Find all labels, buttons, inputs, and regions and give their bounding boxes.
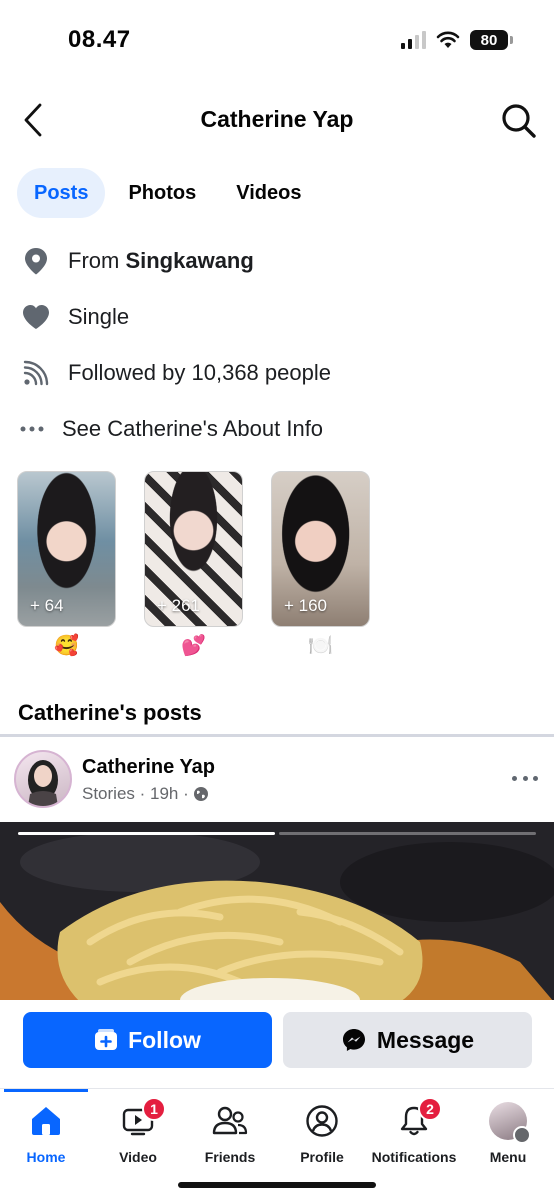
- story-progress: [18, 832, 536, 835]
- globe-icon: [193, 787, 208, 801]
- dot: [533, 775, 538, 781]
- followers-text: Followed by 10,368 people: [68, 360, 331, 385]
- followers-row: Followed by 10,368 people: [20, 353, 331, 393]
- nav-menu-label: Menu: [489, 1149, 527, 1165]
- profile-tabs: Posts Photos Videos: [17, 168, 318, 218]
- highlight-emoji: 🍽️: [308, 635, 333, 657]
- bell-icon: 2: [394, 1097, 442, 1141]
- nav-video-label: Video: [119, 1149, 157, 1165]
- dot: [512, 775, 517, 781]
- post-author-name[interactable]: Catherine Yap: [82, 756, 215, 779]
- nav-video[interactable]: 1 Video: [92, 1097, 184, 1171]
- avatar-image: [28, 760, 58, 806]
- nav-notifications[interactable]: 2 Notifications: [368, 1097, 460, 1171]
- relationship-row: Single: [20, 297, 129, 337]
- highlight-emoji: 💕: [181, 635, 206, 657]
- see-about-row[interactable]: See Catherine's About Info: [18, 409, 323, 449]
- highlight-thumbnail: + 64: [17, 471, 116, 627]
- friends-icon: [210, 1101, 250, 1141]
- status-bar: 08.47 80: [0, 0, 554, 84]
- highlight-1[interactable]: + 64 🥰: [17, 471, 116, 661]
- nav-profile-label: Profile: [300, 1149, 344, 1165]
- highlight-emoji: 🥰: [54, 635, 79, 657]
- video-icon: 1: [118, 1097, 166, 1141]
- home-icon: [26, 1101, 66, 1141]
- highlight-3[interactable]: + 160 🍽️: [271, 471, 370, 661]
- home-indicator[interactable]: [178, 1182, 376, 1188]
- heart-icon: [20, 301, 52, 333]
- menu-hamburger-icon: [513, 1126, 531, 1144]
- nav-profile[interactable]: Profile: [276, 1101, 368, 1171]
- profile-header: Catherine Yap: [0, 90, 554, 150]
- nav-home[interactable]: Home: [0, 1101, 92, 1171]
- search-icon: [502, 104, 536, 138]
- highlight-count: + 261: [157, 596, 201, 615]
- menu-avatar: [489, 1102, 531, 1144]
- nav-friends-label: Friends: [204, 1149, 256, 1165]
- highlight-thumbnail: + 261: [144, 471, 243, 627]
- hometown-prefix: From: [68, 248, 126, 273]
- tab-videos[interactable]: Videos: [219, 168, 318, 218]
- post-author-avatar[interactable]: [14, 750, 72, 808]
- see-about-text: See Catherine's About Info: [62, 416, 324, 441]
- hometown-link[interactable]: Singkawang: [125, 248, 253, 273]
- highlight-2[interactable]: + 261 💕: [144, 471, 243, 661]
- profile-action-bar: Follow Message: [0, 1000, 554, 1088]
- nav-friends[interactable]: Friends: [184, 1101, 276, 1171]
- hometown-row: From Singkawang: [20, 241, 254, 281]
- wifi-icon: [436, 31, 460, 48]
- status-icons: 80: [401, 30, 513, 50]
- search-button[interactable]: [500, 102, 538, 140]
- cellular-signal-icon: [401, 31, 426, 49]
- profile-icon: [302, 1101, 342, 1141]
- post-more-button[interactable]: [512, 768, 538, 788]
- post-meta-text: Stories · 19h ·: [82, 784, 189, 803]
- menu-avatar-icon: [488, 1101, 531, 1144]
- dot: [522, 775, 528, 781]
- rss-icon: [20, 357, 52, 389]
- battery-level: 80: [480, 31, 498, 49]
- highlight-thumbnail: + 160: [271, 471, 370, 627]
- post-header: Catherine Yap Stories · 19h ·: [0, 748, 554, 818]
- story-media[interactable]: [0, 822, 554, 1002]
- story-image: [0, 822, 554, 1002]
- featured-highlights: + 64 🥰 + 261 💕 + 160 🍽️: [17, 471, 370, 661]
- notifications-badge: 2: [418, 1097, 442, 1121]
- messenger-icon: [342, 1029, 365, 1051]
- tab-photos[interactable]: Photos: [111, 168, 213, 218]
- story-progress-segment: [279, 832, 536, 835]
- follow-button[interactable]: Follow: [23, 1012, 272, 1068]
- active-tab-indicator: [4, 1089, 88, 1092]
- battery-icon: 80: [470, 30, 513, 50]
- nav-home-label: Home: [26, 1149, 66, 1165]
- story-progress-segment: [18, 832, 275, 835]
- section-divider: [0, 734, 554, 737]
- follow-icon: [95, 1029, 118, 1050]
- post-meta: Stories · 19h ·: [82, 784, 209, 804]
- highlight-count: + 160: [284, 596, 328, 615]
- message-label: Message: [376, 1026, 475, 1053]
- status-time: 08.47: [68, 26, 131, 53]
- more-dots-icon: [18, 413, 46, 445]
- posts-section-title: Catherine's posts: [18, 700, 202, 725]
- video-badge: 1: [142, 1097, 166, 1121]
- location-pin-icon: [20, 245, 52, 277]
- highlight-count: + 64: [30, 596, 64, 615]
- relationship-text: Single: [68, 304, 130, 329]
- follow-label: Follow: [128, 1026, 201, 1053]
- nav-notifications-label: Notifications: [371, 1149, 457, 1165]
- message-button[interactable]: Message: [283, 1012, 532, 1068]
- nav-menu[interactable]: Menu: [462, 1101, 554, 1171]
- tab-posts[interactable]: Posts: [17, 168, 106, 218]
- page-title: Catherine Yap: [200, 106, 354, 132]
